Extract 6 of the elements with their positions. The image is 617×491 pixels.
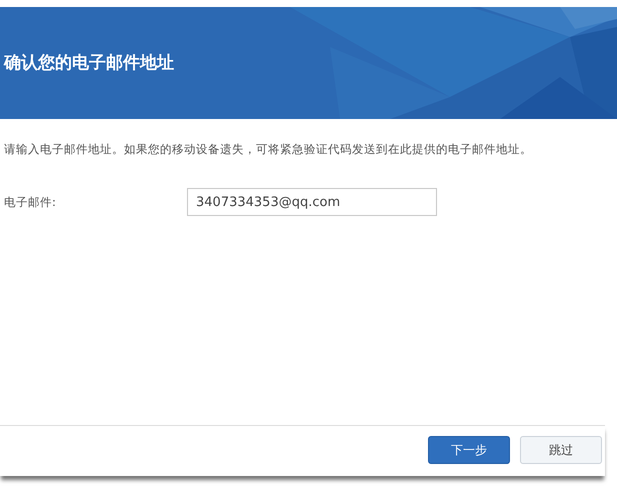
- skip-button[interactable]: 跳过: [520, 436, 602, 464]
- email-input[interactable]: 3407334353@qq.com: [187, 188, 437, 216]
- email-label: 电子邮件:: [4, 194, 57, 210]
- next-button[interactable]: 下一步: [428, 436, 510, 464]
- header-title: 确认您的电子邮件地址: [2, 52, 174, 75]
- description-text: 请输入电子邮件地址。如果您的移动设备遗失，可将紧急验证代码发送到在此提供的电子邮件地址。: [4, 141, 532, 158]
